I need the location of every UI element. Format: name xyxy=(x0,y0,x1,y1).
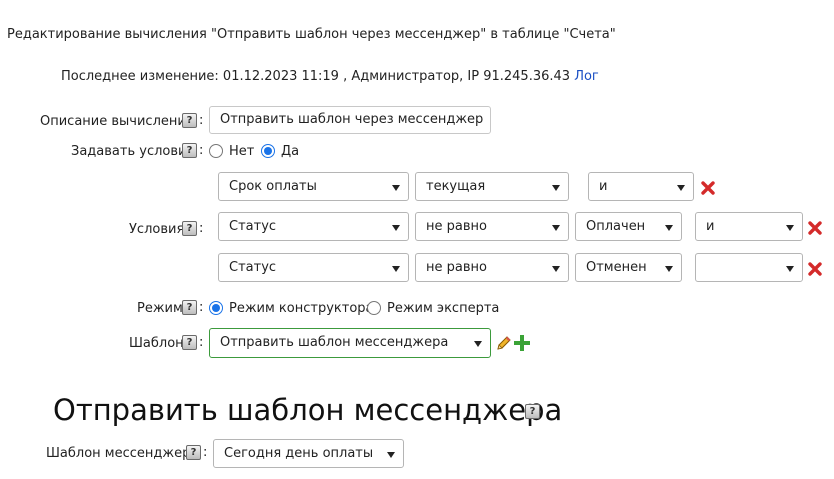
condition-2-value-select[interactable]: Оплачен xyxy=(575,212,682,241)
condition-1-operator-select[interactable]: текущая xyxy=(415,172,569,201)
help-icon[interactable] xyxy=(182,300,197,315)
pencil-edit-icon[interactable] xyxy=(495,335,512,352)
condition-1-field-select[interactable]: Срок оплаты xyxy=(218,172,409,201)
messenger-template-select[interactable]: Сегодня день оплаты xyxy=(213,439,404,468)
mode-constructor-radio[interactable] xyxy=(209,301,223,315)
template-label: Шаблон xyxy=(129,336,184,351)
help-icon[interactable] xyxy=(182,221,197,236)
description-input[interactable]: Отправить шаблон через мессенджер xyxy=(209,106,491,134)
conditions-label: Условия xyxy=(129,222,185,237)
delete-condition-1-icon[interactable] xyxy=(701,181,715,195)
conditions-toggle-label: Задавать условия xyxy=(71,144,195,159)
last-change-info: Последнее изменение: 01.12.2023 11:19 , … xyxy=(61,69,599,85)
condition-3-value-select[interactable]: Отменен xyxy=(575,253,682,282)
description-label: Описание вычисления xyxy=(40,114,194,129)
conditions-no-label[interactable]: Нет xyxy=(229,144,254,160)
mode-expert-label[interactable]: Режим эксперта xyxy=(387,301,499,317)
label-colon: : xyxy=(199,113,204,128)
label-colon: : xyxy=(199,300,204,315)
label-colon: : xyxy=(199,143,204,158)
label-colon: : xyxy=(199,335,204,350)
log-link[interactable]: Лог xyxy=(574,69,599,84)
help-icon[interactable] xyxy=(182,113,197,128)
help-icon[interactable] xyxy=(525,404,540,419)
help-icon[interactable] xyxy=(182,335,197,350)
page-title: Редактирование вычисления "Отправить шаб… xyxy=(7,27,616,42)
condition-1-logic-select[interactable]: и xyxy=(588,172,694,201)
conditions-yes-radio[interactable] xyxy=(261,144,275,158)
conditions-yes-label[interactable]: Да xyxy=(281,144,299,160)
section-heading: Отправить шаблон мессенджера xyxy=(53,393,563,427)
condition-3-operator-select[interactable]: не равно xyxy=(415,253,569,282)
delete-condition-2-icon[interactable] xyxy=(808,221,822,235)
condition-2-field-select[interactable]: Статус xyxy=(218,212,409,241)
condition-3-logic-select[interactable] xyxy=(695,253,803,282)
condition-3-field-select[interactable]: Статус xyxy=(218,253,409,282)
label-colon: : xyxy=(203,445,208,460)
help-icon[interactable] xyxy=(186,445,201,460)
mode-label: Режим xyxy=(137,301,183,316)
mode-expert-radio[interactable] xyxy=(367,301,381,315)
condition-2-logic-select[interactable]: и xyxy=(695,212,803,241)
add-plus-icon[interactable] xyxy=(514,335,530,351)
mode-constructor-label[interactable]: Режим конструктора xyxy=(229,301,374,317)
template-select[interactable]: Отправить шаблон мессенджера xyxy=(209,328,491,358)
label-colon: : xyxy=(199,221,204,236)
conditions-no-radio[interactable] xyxy=(209,144,223,158)
messenger-template-label: Шаблон мессенджера xyxy=(46,446,199,461)
help-icon[interactable] xyxy=(182,143,197,158)
last-change-text: Последнее изменение: 01.12.2023 11:19 , … xyxy=(61,69,571,84)
delete-condition-3-icon[interactable] xyxy=(808,262,822,276)
condition-2-operator-select[interactable]: не равно xyxy=(415,212,569,241)
